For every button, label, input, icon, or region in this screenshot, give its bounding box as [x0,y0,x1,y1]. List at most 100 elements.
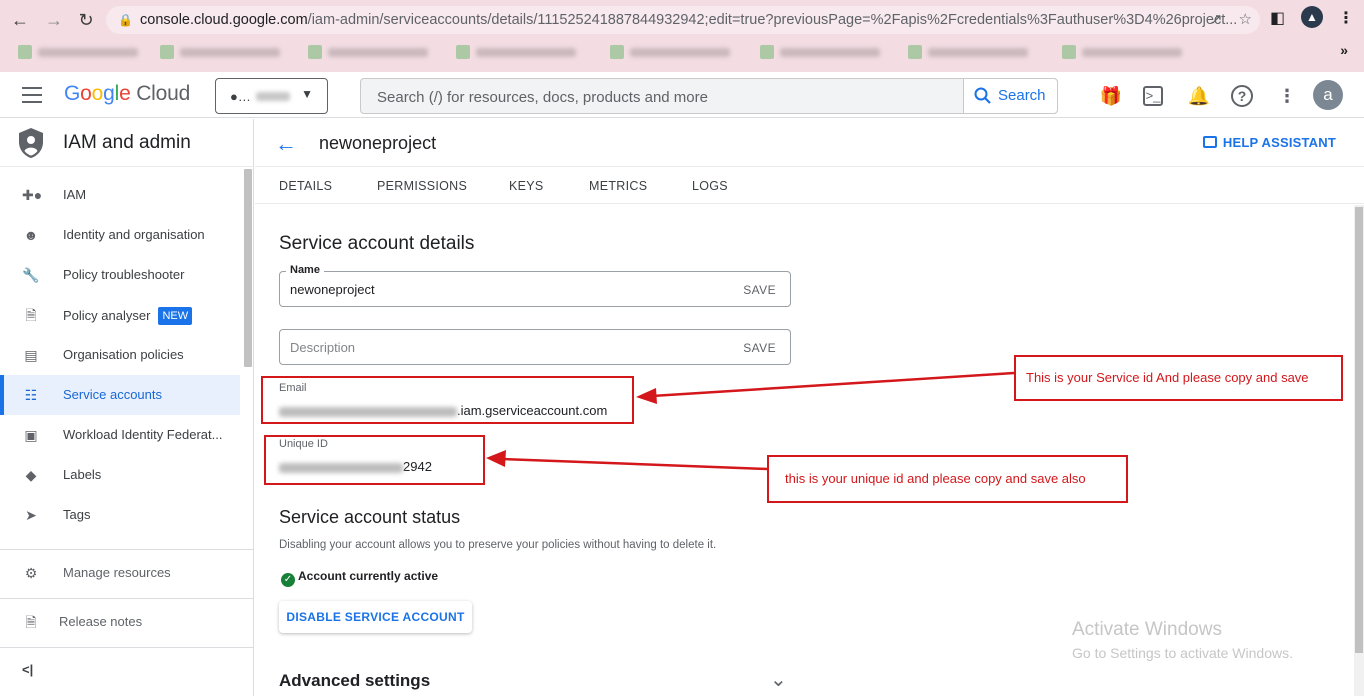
sidebar-item-label: Labels [63,467,102,482]
sidebar-item-service-accounts[interactable]: ☷ Service accounts [0,375,240,415]
tab-metrics[interactable]: METRICS [589,179,647,193]
bookmark-item[interactable] [760,44,896,60]
sidebar-scrollbar[interactable] [244,169,252,367]
tab-keys[interactable]: KEYS [509,179,544,193]
search-icon [974,87,991,104]
sidebar-item-label: IAM [63,187,87,202]
sidebar-item-text: Policy analyser [63,308,151,323]
browser-menu-icon[interactable]: ⋮ [1338,8,1354,28]
description-field[interactable]: Description SAVE [279,329,791,365]
browser-chrome: ← → ↻ 🔒 console.cloud.google.com/iam-adm… [0,0,1364,72]
sidebar-item-identity-organisation[interactable]: ☻ Identity and organisation [0,215,240,255]
url-path: /iam-admin/serviceaccounts/details/11152… [307,12,1238,28]
release-notes-icon: 🗎 [25,614,37,630]
sidebar-divider [0,647,254,648]
console-header: Google Cloud ●… ▼ Search (/) for resourc… [0,72,1364,118]
gift-icon[interactable]: 🎁 [1099,84,1123,108]
save-description-button[interactable]: SAVE [743,341,776,355]
extension-icon[interactable]: ▲ [1301,6,1323,28]
tab-bar: DETAILS PERMISSIONS KEYS METRICS LOGS [255,168,1364,204]
scrollbar-thumb[interactable] [1355,207,1363,653]
status-active: ✓ Account currently active [281,569,438,587]
chevron-down-icon[interactable]: ⌄ [770,667,787,692]
tag-icon: ➤ [25,507,37,523]
person-add-icon: ✚● [22,187,43,203]
menu-icon[interactable] [22,87,42,103]
back-icon[interactable]: ← [8,8,32,32]
main-scrollbar[interactable] [1354,205,1364,696]
sidebar-item-label: Release notes [59,614,143,629]
side-panel-icon[interactable]: ◧ [1270,8,1285,28]
collapse-sidebar-icon[interactable]: <| [22,662,33,677]
name-input[interactable]: newoneproject [290,282,375,297]
sidebar-item-policy-troubleshooter[interactable]: 🔧 Policy troubleshooter [0,255,240,295]
service-account-icon: ☷ [24,387,38,403]
back-arrow-icon[interactable]: ← [275,131,297,157]
annotation-note-unique-id: this is your unique id and please copy a… [767,455,1128,503]
sidebar-item-label: Service accounts [63,387,162,402]
sidebar-item-label: Identity and organisation [63,227,205,242]
tab-details[interactable]: DETAILS [279,179,332,193]
logo-letter: o [80,82,92,105]
bell-icon[interactable]: 🔔 [1187,84,1211,108]
sidebar-item-iam[interactable]: ✚● IAM [0,175,240,215]
sidebar-divider [0,598,254,599]
address-bar[interactable]: 🔒 console.cloud.google.com/iam-admin/ser… [106,6,1260,34]
sidebar-divider [0,549,254,550]
status-description: Disabling your account allows you to pre… [279,539,717,551]
search-input[interactable]: Search (/) for resources, docs, products… [377,89,708,106]
bookmark-item[interactable] [160,44,296,60]
description-input[interactable]: Description [290,340,355,355]
project-name-redacted [256,92,290,101]
lock-icon: 🔒 [118,13,133,27]
url-actions: ↗ ☆ [1194,6,1252,34]
project-picker[interactable]: ●… ▼ [215,78,328,114]
tab-logs[interactable]: LOGS [692,179,728,193]
bookmark-item[interactable] [456,44,592,60]
sidebar-item-release-notes[interactable]: 🗎 Release notes [0,602,240,642]
google-cloud-logo[interactable]: Google Cloud [64,82,190,106]
search-bar[interactable]: Search (/) for resources, docs, products… [360,78,1058,114]
more-vert-icon[interactable]: ⋮ [1275,84,1299,108]
page-header: ← newoneproject HELP ASSISTANT [255,119,1364,167]
terminal-icon[interactable]: >_ [1143,86,1163,106]
bookmark-item[interactable] [1062,44,1198,60]
project-icon: ●… [230,89,251,104]
reload-icon[interactable]: ↻ [74,8,98,32]
bookmark-item[interactable] [610,44,746,60]
sidebar-header: IAM and admin [0,119,254,167]
bookmark-item[interactable] [18,44,154,60]
sidebar-item-tags[interactable]: ➤ Tags [0,495,240,535]
section-title-status: Service account status [279,507,461,527]
sidebar-title: IAM and admin [63,132,191,153]
share-icon[interactable]: ↗ [1210,11,1223,28]
help-assistant-button[interactable]: HELP ASSISTANT [1202,135,1336,150]
tab-permissions[interactable]: PERMISSIONS [377,179,467,193]
star-icon[interactable]: ☆ [1239,11,1252,28]
disable-service-account-button[interactable]: DISABLE SERVICE ACCOUNT [279,601,472,633]
shield-icon [19,128,43,158]
save-name-button[interactable]: SAVE [743,283,776,297]
help-icon[interactable]: ? [1231,85,1253,107]
sidebar-item-labels[interactable]: ◆ Labels [0,455,240,495]
logo-letter: o [91,82,104,105]
page-title: newoneproject [319,133,437,153]
annotation-box-unique-id [264,435,485,485]
bookmarks-overflow-icon[interactable]: » [1340,42,1348,58]
bookmark-item[interactable] [908,44,1044,60]
sidebar-item-policy-analyser[interactable]: 🗎 Policy analyser NEW [0,295,240,335]
sidebar-item-manage-resources[interactable]: ⚙ Manage resources [0,553,240,593]
search-button[interactable]: Search [963,79,1057,113]
sidebar-item-workload-identity[interactable]: ▣ Workload Identity Federat... [0,415,240,455]
annotation-note-service-id: This is your Service id And please copy … [1014,355,1343,401]
forward-icon[interactable]: → [42,8,66,32]
bookmark-item[interactable] [308,44,444,60]
avatar[interactable]: a [1313,80,1343,110]
check-circle-icon: ✓ [281,573,295,587]
advanced-settings-title[interactable]: Advanced settings [279,671,430,691]
new-badge: NEW [158,307,193,325]
name-field[interactable]: Name newoneproject SAVE [279,264,791,307]
bookmarks-bar: » [0,40,1364,64]
sidebar-item-label: Policy analyser NEW [63,307,193,325]
sidebar-item-organisation-policies[interactable]: ▤ Organisation policies [0,335,240,375]
